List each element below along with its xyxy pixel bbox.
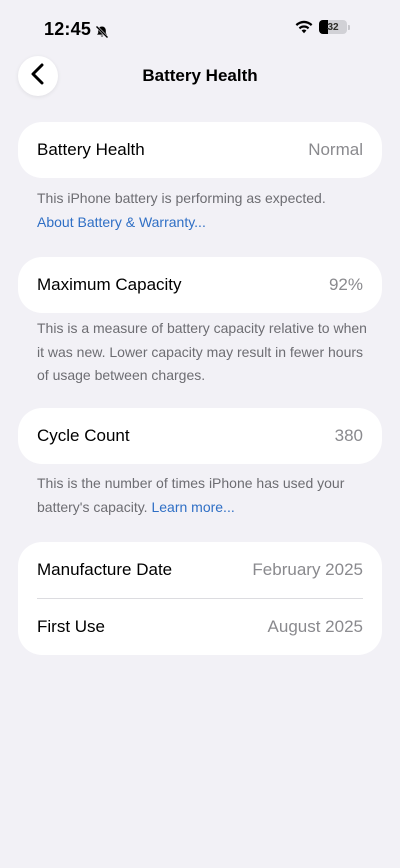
cycle-count-row: Cycle Count 380 [18,408,382,464]
maximum-capacity-value: 92% [328,275,363,294]
dates-card: Manufacture Date February 2025 First Use… [18,542,382,655]
battery-health-note: This iPhone battery is performing as exp… [37,187,367,234]
manufacture-date-label: Manufacture Date [37,560,173,579]
manufacture-date-value: February 2025 [252,560,363,579]
about-battery-warranty-link[interactable]: About Battery & Warranty... [37,211,367,235]
status-time: 12:45 [44,19,92,39]
first-use-label: First Use [37,617,105,636]
status-time-group: 12:45 [44,19,109,40]
wifi-icon [295,20,313,34]
battery-health-value: Normal [308,140,363,159]
battery-health-row: Battery Health Normal [18,122,382,178]
first-use-row: First Use August 2025 [18,599,382,655]
learn-more-link[interactable]: Learn more... [151,499,234,515]
maximum-capacity-card: Maximum Capacity 92% [18,257,382,313]
battery-cap [348,24,350,30]
maximum-capacity-note: This is a measure of battery capacity re… [37,320,367,383]
battery-level: 32 [327,21,339,33]
first-use-value: August 2025 [267,617,363,636]
page-title: Battery Health [142,66,258,85]
bell-slash-icon [95,23,109,38]
status-bar: 12:45 32 [0,0,400,58]
cycle-count-card: Cycle Count 380 [18,408,382,464]
cycle-count-value: 380 [334,426,363,445]
maximum-capacity-row: Maximum Capacity 92% [18,257,382,313]
status-right-group: 32 [295,20,350,34]
manufacture-date-row: Manufacture Date February 2025 [18,542,382,598]
cycle-count-note: This is the number of times iPhone has u… [37,472,367,519]
battery-health-card: Battery Health Normal [18,122,382,178]
battery-health-note-text: This iPhone battery is performing as exp… [37,190,326,206]
battery-health-label: Battery Health [37,140,145,159]
battery-icon: 32 [319,20,347,34]
maximum-capacity-label: Maximum Capacity [37,275,182,294]
cycle-count-label: Cycle Count [37,426,130,445]
